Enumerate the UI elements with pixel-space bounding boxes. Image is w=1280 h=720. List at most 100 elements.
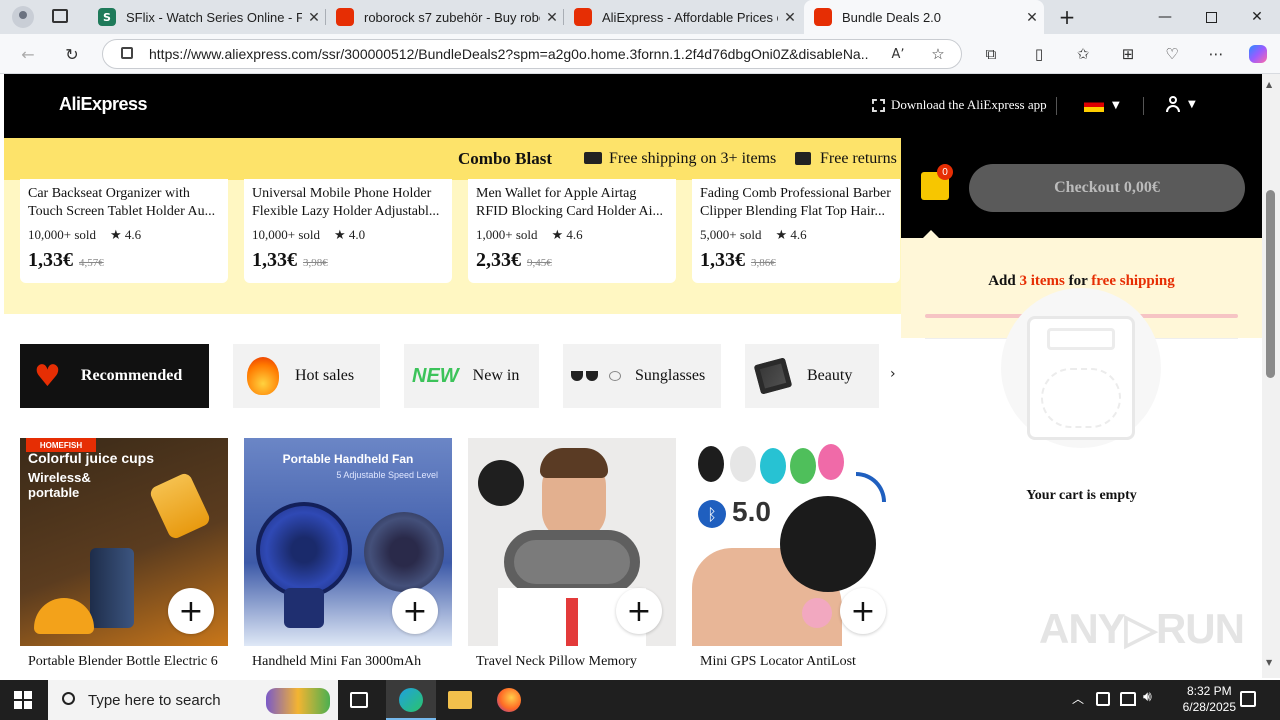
scroll-up-icon[interactable]: ▲ (1266, 80, 1272, 89)
items-needed: 3 items (1019, 273, 1065, 289)
product-image: ᛒ 5.0 + (692, 438, 900, 646)
account-menu[interactable]: ▼ (1166, 96, 1196, 112)
profile-icon[interactable] (12, 6, 34, 28)
collections-icon[interactable]: ⊞ (1114, 40, 1142, 68)
anyrun-watermark: ANY▷RUN (1039, 605, 1245, 652)
product-card[interactable]: + Travel Neck Pillow Memory (468, 438, 676, 678)
edge-taskbar-icon[interactable] (386, 680, 436, 720)
favorite-star-icon[interactable]: ☆ (924, 40, 952, 68)
mango-slice (34, 598, 94, 634)
product-card[interactable]: HOMEFISH Colorful juice cups Wireless& p… (20, 438, 228, 678)
favorites-icon[interactable]: ✩ (1069, 40, 1097, 68)
category-tab-hot-sales[interactable]: Hot sales (233, 344, 380, 408)
show-hidden-icons-icon[interactable]: ︿ (1072, 690, 1084, 707)
browser-essentials-icon[interactable]: ♡ (1158, 40, 1186, 68)
windows-start-icon[interactable] (14, 691, 32, 709)
copilot-icon[interactable] (1244, 40, 1272, 68)
category-tab-recommended[interactable]: ♥ Recommended (20, 344, 209, 408)
combo-title: Combo Blast (458, 149, 552, 168)
tab-sflix[interactable]: S SFlix - Watch Series Online - FREE ✕ (88, 0, 326, 34)
image-subline: Wireless& portable (28, 470, 91, 500)
product-card[interactable]: Fading Comb Professional Barber Clipper … (692, 179, 900, 283)
close-window-button[interactable]: ✕ (1234, 0, 1280, 34)
tracker-green (790, 448, 816, 484)
rating-value: 4.0 (348, 227, 366, 242)
add-to-cart-button[interactable]: + (840, 588, 886, 634)
close-tab-icon[interactable]: ✕ (540, 9, 564, 26)
price: 1,33€ (28, 249, 73, 271)
tab-title: Bundle Deals 2.0 (842, 9, 942, 25)
page-scrollbar[interactable]: ▲ ▼ (1262, 74, 1280, 678)
address-bar: ← ↻ https://www.aliexpress.com/ssr/30000… (0, 34, 1280, 74)
more-options-icon[interactable]: ⋯ (1202, 40, 1230, 68)
scroll-down-icon[interactable]: ▼ (1266, 658, 1272, 667)
tracker-cyan (760, 448, 786, 484)
new-badge-icon: NEW (412, 364, 459, 387)
task-view-icon[interactable] (350, 692, 368, 708)
network-icon[interactable] (1096, 692, 1110, 706)
product-name: Men Wallet for Apple Airtag RFID Blockin… (476, 186, 664, 219)
tracker-round-black (780, 496, 876, 592)
minimize-button[interactable]: — (1142, 0, 1188, 34)
tracker-black (698, 446, 724, 482)
heart-icon: ♥ (34, 358, 61, 394)
close-tab-icon[interactable]: ✕ (778, 9, 802, 26)
product-card[interactable]: Men Wallet for Apple Airtag RFID Blockin… (468, 179, 676, 283)
product-name: Fading Comb Professional Barber Clipper … (700, 186, 891, 219)
restore-button[interactable] (1188, 0, 1234, 34)
add-to-cart-button[interactable]: + (616, 588, 662, 634)
wifi-icon[interactable] (1120, 692, 1136, 706)
system-clock[interactable]: 8:32 PM 6/28/2025 (1183, 683, 1236, 715)
chevron-right-icon[interactable]: › (890, 366, 896, 382)
back-icon[interactable]: ← (14, 40, 42, 68)
old-price: 3,86€ (751, 257, 776, 269)
tab-roborock[interactable]: roborock s7 zubehör - Buy roborock ✕ (326, 0, 564, 34)
checkout-button[interactable]: Checkout 0,00€ (969, 164, 1245, 212)
empty-cart-message: Your cart is empty (1026, 488, 1137, 503)
close-tab-icon[interactable]: ✕ (302, 9, 326, 26)
url-field[interactable]: https://www.aliexpress.com/ssr/300000512… (102, 39, 962, 69)
category-label: Recommended (80, 367, 183, 384)
category-tab-new-in[interactable]: NEW New in (404, 344, 539, 408)
file-explorer-icon[interactable] (448, 691, 472, 709)
aliexpress-logo[interactable]: AliExpress (59, 94, 148, 115)
product-card[interactable]: ᛒ 5.0 + Mini GPS Locator AntiLost (692, 438, 900, 678)
clock-time: 8:32 PM (1186, 684, 1232, 698)
download-app-link[interactable]: Download the AliExpress app (872, 97, 1047, 113)
search-icon (62, 692, 75, 705)
close-tab-icon[interactable]: ✕ (1020, 9, 1044, 26)
bluetooth-version: 5.0 (732, 496, 771, 527)
person-hair (540, 448, 608, 478)
firefox-icon[interactable] (497, 688, 521, 712)
new-tab-button[interactable]: + (1054, 4, 1080, 30)
rating: ★ 4.6 (110, 227, 141, 243)
language-selector[interactable]: ▼ (1084, 98, 1120, 112)
product-card[interactable]: Portable Handheld Fan 5 Adjustable Speed… (244, 438, 452, 678)
fan-small (364, 512, 444, 592)
split-screen-icon[interactable]: ▯ (1025, 40, 1053, 68)
volume-icon[interactable]: 🔊︎ (1143, 689, 1152, 705)
extensions-icon[interactable]: ⧉ (977, 40, 1005, 68)
notifications-icon[interactable] (1240, 691, 1256, 707)
product-card[interactable]: Car Backseat Organizer with Touch Screen… (20, 179, 228, 283)
product-card[interactable]: Universal Mobile Phone Holder Flexible L… (244, 179, 452, 283)
neck-pillow (504, 530, 640, 594)
category-label: New in (472, 367, 520, 384)
return-box-icon (795, 152, 811, 165)
refresh-icon[interactable]: ↻ (58, 40, 86, 68)
category-tab-beauty[interactable]: Beauty (745, 344, 879, 408)
tab-aliexpress[interactable]: AliExpress - Affordable Prices on T ✕ (564, 0, 802, 34)
juice-cup (148, 471, 212, 541)
add-to-cart-button[interactable]: + (392, 588, 438, 634)
add-to-cart-button[interactable]: + (168, 588, 214, 634)
read-aloud-icon[interactable]: A͏ʼ (884, 40, 912, 68)
tab-bundle-deals[interactable]: Bundle Deals 2.0 ✕ (804, 0, 1044, 34)
product-image: Portable Handheld Fan 5 Adjustable Speed… (244, 438, 452, 646)
tab-actions-icon[interactable] (52, 9, 68, 23)
eyeshadow-palette-icon (753, 357, 793, 395)
taskbar-search[interactable]: Type here to search (48, 680, 338, 720)
category-tab-sunglasses[interactable]: Sunglasses (563, 344, 721, 408)
windows-taskbar: Type here to search ︿ 🔊︎ 8:32 PM 6/28/20… (0, 680, 1280, 720)
product-name: Car Backseat Organizer with Touch Screen… (28, 186, 216, 219)
scroll-thumb[interactable] (1266, 190, 1275, 378)
